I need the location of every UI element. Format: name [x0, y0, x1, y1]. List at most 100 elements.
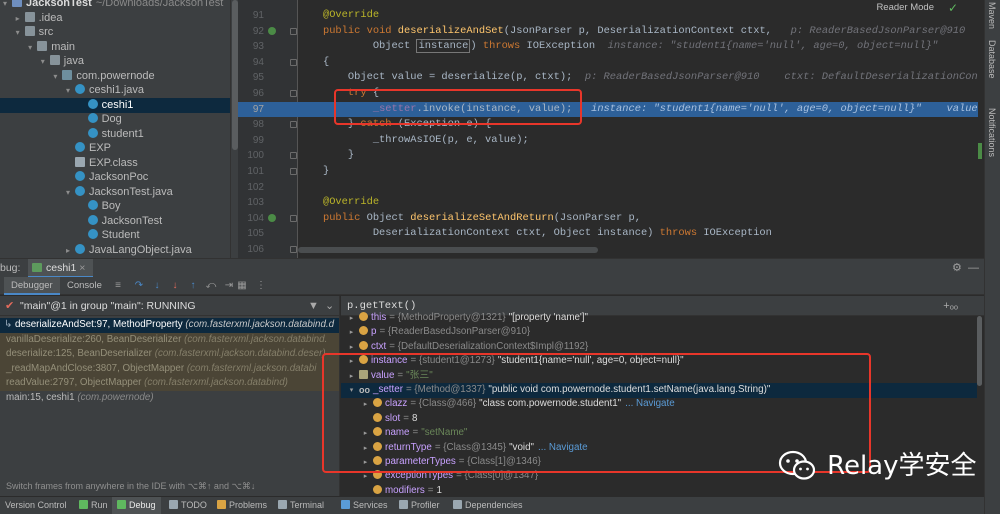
tree-item[interactable]: ▾ com.powernode — [0, 69, 230, 84]
variable-row[interactable]: ▾ oo _setter = {Method@1337} "public void co… — [341, 383, 977, 398]
tree-item[interactable]: JacksonTest — [0, 214, 230, 229]
navigate-link[interactable]: ... Navigate — [625, 398, 675, 409]
code-line[interactable]: public void deserializeAndSet(JsonParser… — [298, 24, 978, 40]
drop-frame-icon[interactable]: ⤺ — [205, 279, 217, 292]
stack-frame[interactable]: ↳ deserializeAndSet:97, MethodProperty (… — [0, 318, 339, 333]
fold-marker-icon[interactable] — [290, 168, 297, 175]
variables-scrollbar[interactable] — [977, 316, 983, 446]
line-number[interactable]: 101 — [238, 164, 264, 179]
expand-arrow-icon[interactable]: ▸ — [361, 427, 370, 442]
code-line[interactable]: @Override — [298, 195, 978, 211]
navigate-link[interactable]: ... Navigate — [538, 442, 588, 453]
line-number[interactable]: 99 — [238, 133, 264, 148]
tree-item[interactable]: JacksonPoc — [0, 170, 230, 185]
expand-arrow-icon[interactable]: ▾ — [38, 54, 48, 69]
line-number[interactable]: 100 — [238, 148, 264, 163]
tree-item[interactable]: ceshi1 — [0, 97, 230, 113]
tree-item[interactable]: EXP.class — [0, 156, 230, 171]
line-number[interactable]: 98 — [238, 117, 264, 132]
tab-debugger[interactable]: Debugger — [4, 277, 60, 295]
variable-row[interactable]: ▸ value = "张三" — [341, 369, 977, 384]
layout-icon[interactable]: ≡ — [112, 279, 124, 292]
variable-row[interactable]: slot = 8 — [341, 412, 977, 427]
variable-row[interactable]: ▸ ctxt = {DefaultDeserializationContext$Im… — [341, 340, 977, 355]
filter-icon[interactable]: ▼ — [308, 296, 319, 316]
project-tree-scrollbar[interactable] — [230, 0, 238, 258]
tree-item[interactable]: Student — [0, 228, 230, 243]
close-icon[interactable]: × — [79, 262, 85, 274]
expand-arrow-icon[interactable]: ▸ — [347, 341, 356, 356]
line-number[interactable]: 91 — [238, 8, 264, 23]
code-line[interactable]: } catch (Exception e) { — [298, 117, 978, 133]
fold-marker-icon[interactable] — [290, 246, 297, 253]
expand-arrow-icon[interactable]: ▾ — [50, 69, 60, 84]
expand-arrow-icon[interactable]: ▸ — [361, 456, 370, 471]
variable-row[interactable]: ▸ instance = {student1@1273} "student1{name… — [341, 354, 977, 369]
thread-selector[interactable]: ✔ "main"@1 in group "main": RUNNING ▼ ⌄ — [0, 296, 339, 316]
tree-item[interactable]: ▾ src — [0, 25, 230, 40]
code-line[interactable]: { — [298, 55, 978, 71]
code-line[interactable]: Object instance) throws IOException inst… — [298, 39, 978, 55]
variable-row[interactable]: ▸ name = "setName" — [341, 426, 977, 441]
execution-line[interactable]: _setter.invoke(instance, value); instanc… — [298, 101, 978, 118]
tree-item[interactable]: student1 — [0, 127, 230, 142]
expand-arrow-icon[interactable]: ▾ — [63, 83, 73, 98]
debug-session-tab[interactable]: ceshi1 × — [28, 259, 94, 278]
variable-row[interactable]: ▸ clazz = {Class@466} "class com.powernode.… — [341, 397, 977, 412]
override-marker-icon[interactable] — [268, 26, 276, 35]
stack-frame[interactable]: _readMapAndClose:3807, ObjectMapper (com… — [0, 361, 339, 376]
code-line[interactable]: _throwAsIOE(p, e, value); — [298, 133, 978, 149]
code-line[interactable]: Object value = deserialize(p, ctxt); p: … — [298, 70, 978, 86]
expand-arrow-icon[interactable]: ▸ — [361, 398, 370, 413]
code-line[interactable]: public Object deserializeSetAndReturn(Js… — [298, 211, 978, 227]
stack-frame[interactable]: readValue:2797, ObjectMapper (com.faster… — [0, 376, 339, 391]
line-number[interactable]: 94 — [238, 55, 264, 70]
tool-tab-database[interactable]: Database — [987, 40, 997, 79]
line-number[interactable]: 105 — [238, 226, 264, 241]
editor-horizontal-scrollbar[interactable] — [298, 247, 598, 253]
expand-arrow-icon[interactable]: ▸ — [347, 370, 356, 385]
expand-arrow-icon[interactable]: ▾ — [13, 25, 23, 40]
tree-item[interactable]: ▾ JacksonTest ~/Downloads/JacksonTest — [0, 0, 230, 11]
line-number[interactable]: 97 — [238, 102, 264, 117]
frames-panel[interactable]: ✔ "main"@1 in group "main": RUNNING ▼ ⌄ … — [0, 296, 340, 476]
tree-item[interactable]: Dog — [0, 112, 230, 127]
minimize-icon[interactable]: — — [968, 259, 979, 278]
tree-item[interactable]: ▾ ceshi1.java — [0, 83, 230, 98]
expand-arrow-icon[interactable]: ▸ — [63, 243, 73, 258]
code-line[interactable]: } — [298, 148, 978, 164]
expand-arrow-icon[interactable]: ▸ — [347, 355, 356, 370]
expand-arrow-icon[interactable]: ▸ — [361, 442, 370, 457]
code-line[interactable] — [298, 180, 978, 196]
fold-marker-icon[interactable] — [290, 58, 297, 66]
tree-item[interactable]: ▸ .idea — [0, 11, 230, 26]
expand-arrow-icon[interactable]: ▸ — [13, 11, 23, 26]
code-line[interactable]: DeserializationContext ctxt, Object inst… — [298, 226, 978, 242]
tree-item[interactable]: Boy — [0, 199, 230, 214]
collapse-arrow-icon[interactable]: ▾ — [347, 384, 356, 399]
tool-button-services[interactable]: Services — [336, 497, 393, 514]
run-to-cursor-icon[interactable]: ⇥ — [223, 279, 235, 292]
line-number[interactable]: 106 — [238, 242, 264, 257]
line-number[interactable]: 96 — [238, 86, 264, 101]
tree-item[interactable]: ▾ java — [0, 54, 230, 69]
tab-console[interactable]: Console — [60, 277, 109, 295]
tree-item[interactable]: EXP — [0, 141, 230, 156]
fold-marker-icon[interactable] — [290, 152, 297, 160]
expand-arrow-icon[interactable]: ▸ — [347, 312, 356, 327]
tree-item[interactable]: ▸ JavaLangObject.java — [0, 243, 230, 258]
line-number[interactable]: 102 — [238, 180, 264, 195]
scrollbar-thumb[interactable] — [977, 316, 982, 386]
tool-button-version-control[interactable]: Version Control — [0, 497, 72, 514]
step-over-icon[interactable]: ↷ — [133, 279, 145, 292]
stack-frame[interactable]: main:15, ceshi1 (com.powernode) — [0, 391, 339, 406]
variable-row[interactable]: ▸ this = {MethodProperty@1321} "[property '… — [341, 311, 977, 326]
expand-arrow-icon[interactable]: ▾ — [25, 40, 35, 55]
chevron-down-icon[interactable]: ⌄ — [325, 296, 334, 316]
expand-arrow-icon[interactable]: ▾ — [63, 185, 73, 200]
code-line[interactable]: } — [298, 164, 978, 180]
tool-tab-notifications[interactable]: Notifications — [987, 108, 997, 157]
variable-row[interactable]: modifiers = 1 — [341, 484, 977, 496]
step-into-icon[interactable]: ↓ — [151, 279, 163, 292]
evaluate-icon[interactable]: ▦ — [236, 279, 248, 292]
